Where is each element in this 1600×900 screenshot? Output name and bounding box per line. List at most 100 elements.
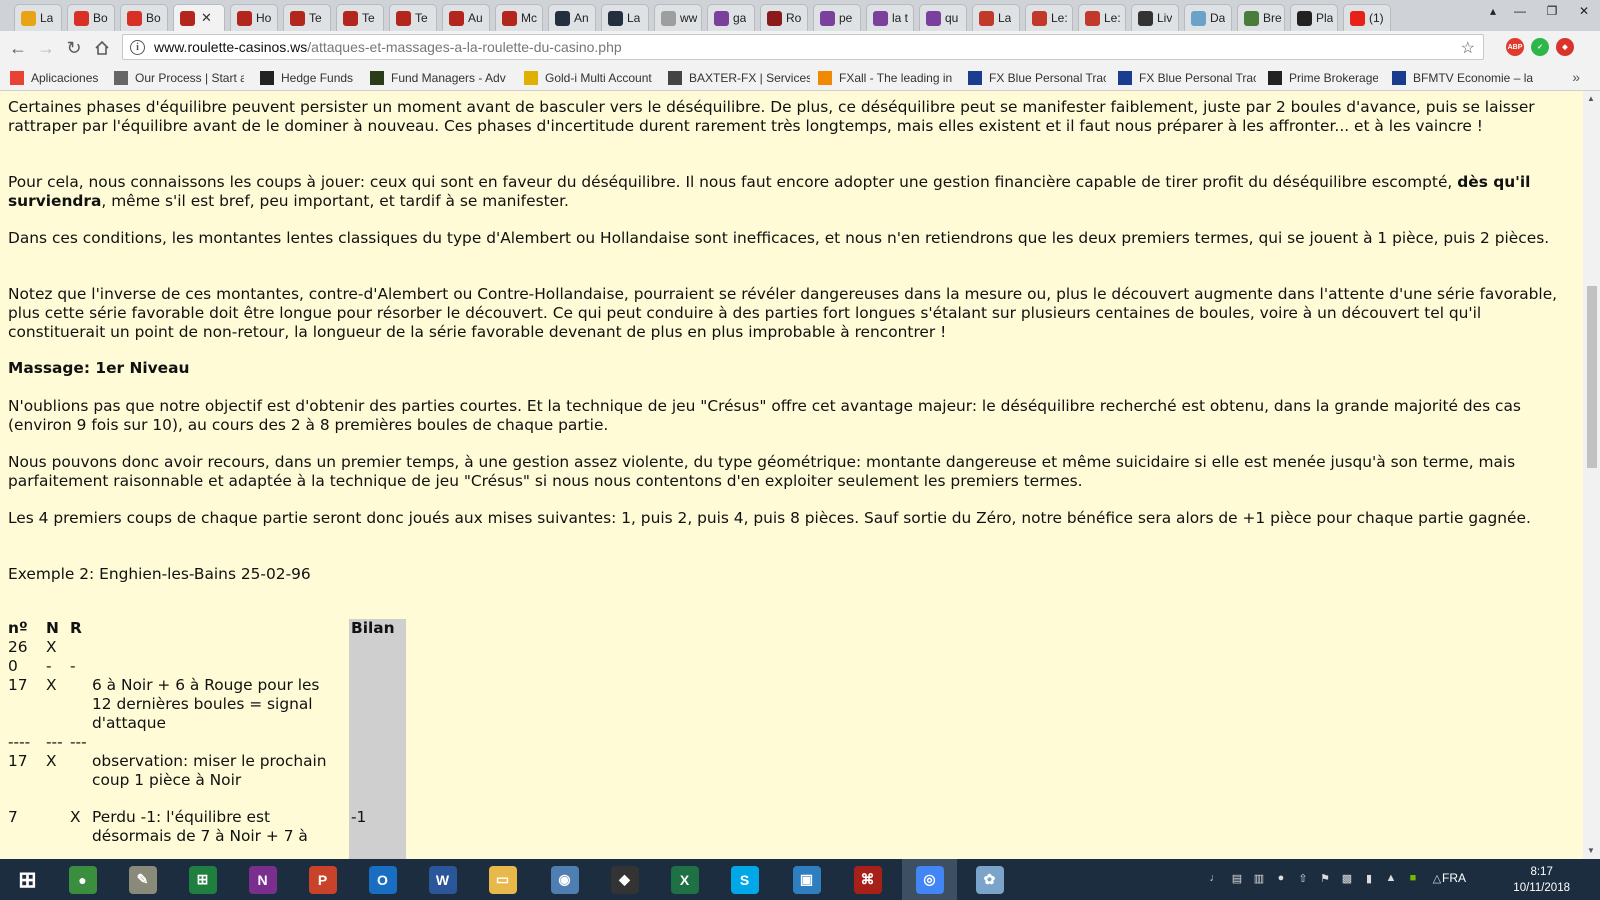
cat-app-taskbar-button[interactable]: ◆: [597, 859, 652, 900]
reload-button[interactable]: ↻: [62, 36, 86, 60]
browser-tab[interactable]: Te: [336, 4, 384, 31]
browser-tab[interactable]: Da: [1184, 4, 1232, 31]
browser-tab[interactable]: Ro: [760, 4, 808, 31]
tab-label: An: [574, 11, 589, 25]
clock[interactable]: 8:17 10/11/2018: [1513, 864, 1570, 896]
browser-tab[interactable]: La: [14, 4, 62, 31]
browser-tab[interactable]: Au: [442, 4, 490, 31]
browser-tab[interactable]: Liv: [1131, 4, 1179, 31]
gold-i-icon: [524, 71, 538, 85]
paint-taskbar-icon: ✿: [975, 865, 1004, 894]
bookmark-label: Gold-i Multi Account: [545, 71, 652, 85]
word-taskbar-button[interactable]: W: [415, 859, 470, 900]
browser-tab[interactable]: Le:: [1025, 4, 1073, 31]
powerpoint-taskbar-button[interactable]: P: [295, 859, 350, 900]
update-icon[interactable]: ●: [1274, 872, 1288, 886]
browser-tab[interactable]: An: [548, 4, 596, 31]
forward-button[interactable]: →: [34, 36, 58, 60]
more-bookmarks-icon[interactable]: »: [1572, 69, 1580, 85]
bookmark-item[interactable]: Prime Brokerage: [1268, 68, 1378, 88]
browser-tab[interactable]: Bo: [67, 4, 115, 31]
excel-taskbar-button[interactable]: X: [657, 859, 712, 900]
pla-icon: [1297, 10, 1312, 26]
start-button[interactable]: ⊞: [0, 859, 55, 900]
browser-tab[interactable]: Mc: [495, 4, 543, 31]
flag-icon[interactable]: ⚑: [1318, 872, 1332, 886]
home-button[interactable]: [90, 36, 114, 60]
bookmark-item[interactable]: Hedge Funds: [260, 68, 378, 88]
close-window-button[interactable]: ✕: [1568, 0, 1600, 22]
bookmark-item[interactable]: Fund Managers - Adv: [370, 68, 520, 88]
network-share-icon[interactable]: ▥: [1252, 872, 1266, 886]
browser-tab[interactable]: pe: [813, 4, 861, 31]
bookmark-item[interactable]: BFMTV Economie – la: [1392, 68, 1542, 88]
browser-tab[interactable]: Bre: [1237, 4, 1285, 31]
prime-icon: [1268, 71, 1282, 85]
browser-tab[interactable]: Bo: [120, 4, 168, 31]
bookmark-item[interactable]: FX Blue Personal Trac: [1118, 68, 1256, 88]
remote-app-taskbar-button[interactable]: ▣: [779, 859, 834, 900]
outlook-taskbar-button[interactable]: O: [355, 859, 410, 900]
bookmark-item[interactable]: Gold-i Multi Account: [524, 68, 660, 88]
check-extension-icon[interactable]: ✓: [1531, 38, 1549, 56]
browser-tab[interactable]: ga: [707, 4, 755, 31]
keyboard-icon[interactable]: ▤: [1230, 872, 1244, 886]
browser-tab[interactable]: ✕: [173, 4, 225, 31]
bookmark-star-icon[interactable]: ☆: [1461, 38, 1475, 58]
browser-tab[interactable]: La: [972, 4, 1020, 31]
vertical-scrollbar[interactable]: ▲ ▼: [1583, 91, 1600, 859]
profile-button[interactable]: ▴: [1482, 0, 1504, 22]
browser-tab[interactable]: La: [601, 4, 649, 31]
chrome-active-taskbar-button[interactable]: ◎: [902, 859, 957, 900]
bookmark-item[interactable]: BAXTER-FX | Services: [668, 68, 810, 88]
file-explorer-taskbar-button[interactable]: ▭: [475, 859, 530, 900]
bookmark-item[interactable]: FXall - The leading in: [818, 68, 960, 88]
bookmark-item[interactable]: Our Process | Start a: [114, 68, 244, 88]
minimize-button[interactable]: —: [1504, 0, 1536, 22]
scroll-down-icon[interactable]: ▼: [1587, 846, 1595, 855]
tab-label: pe: [839, 11, 853, 25]
paragraph-mises: Les 4 premiers coups de chaque partie se…: [8, 509, 1531, 527]
scroll-up-icon[interactable]: ▲: [1587, 94, 1595, 103]
adblock-plus-icon[interactable]: ABP: [1506, 38, 1524, 56]
browser-tab[interactable]: Ho: [230, 4, 278, 31]
owl-app-taskbar-button[interactable]: ◉: [537, 859, 592, 900]
mail-icon: [21, 10, 36, 26]
browser-tab[interactable]: Pla: [1290, 4, 1338, 31]
browser-tab[interactable]: Te: [389, 4, 437, 31]
site-info-icon[interactable]: i: [130, 39, 145, 55]
maximize-button[interactable]: ❐: [1536, 0, 1568, 22]
browser-tab[interactable]: la t: [866, 4, 914, 31]
bookmark-item[interactable]: Aplicaciones: [10, 68, 106, 88]
notepad-taskbar-button[interactable]: ✎: [115, 859, 170, 900]
back-button[interactable]: ←: [6, 36, 30, 60]
onenote-taskbar-button[interactable]: N: [235, 859, 290, 900]
browser-tab[interactable]: (1): [1343, 4, 1391, 31]
m-icon: [926, 10, 941, 26]
tab-label: La: [998, 11, 1012, 25]
alert-extension-icon[interactable]: ◆: [1556, 38, 1574, 56]
language-indicator[interactable]: FRA: [1442, 871, 1466, 885]
paint-taskbar-button[interactable]: ✿: [962, 859, 1017, 900]
scrollbar-thumb[interactable]: [1587, 286, 1597, 468]
skype-taskbar-button[interactable]: S: [717, 859, 772, 900]
nvidia-icon[interactable]: ■: [1406, 872, 1420, 886]
excel-calc-taskbar-button[interactable]: ⊞: [175, 859, 230, 900]
browser-tab[interactable]: qu: [919, 4, 967, 31]
acrobat-taskbar-button[interactable]: ⌘: [840, 859, 895, 900]
browser-tab[interactable]: Te: [283, 4, 331, 31]
excel-taskbar-icon: X: [670, 865, 699, 894]
volume-icon[interactable]: ♩: [1208, 872, 1222, 886]
wifi-signal-icon[interactable]: ▲: [1384, 872, 1398, 886]
gmail-icon: [127, 10, 142, 26]
browser-tab[interactable]: ww: [654, 4, 702, 31]
battery-icon[interactable]: ▮: [1362, 872, 1376, 886]
chrome-taskbar-button[interactable]: ●: [55, 859, 110, 900]
close-tab-icon[interactable]: ✕: [201, 10, 212, 26]
printer-icon[interactable]: ▩: [1340, 872, 1354, 886]
cell-number: 26: [8, 638, 28, 656]
address-bar[interactable]: i www.roulette-casinos.ws/attaques-et-ma…: [122, 34, 1484, 60]
bookmark-item[interactable]: FX Blue Personal Trac: [968, 68, 1106, 88]
upload-icon[interactable]: ⇧: [1296, 872, 1310, 886]
browser-tab[interactable]: Le:: [1078, 4, 1126, 31]
